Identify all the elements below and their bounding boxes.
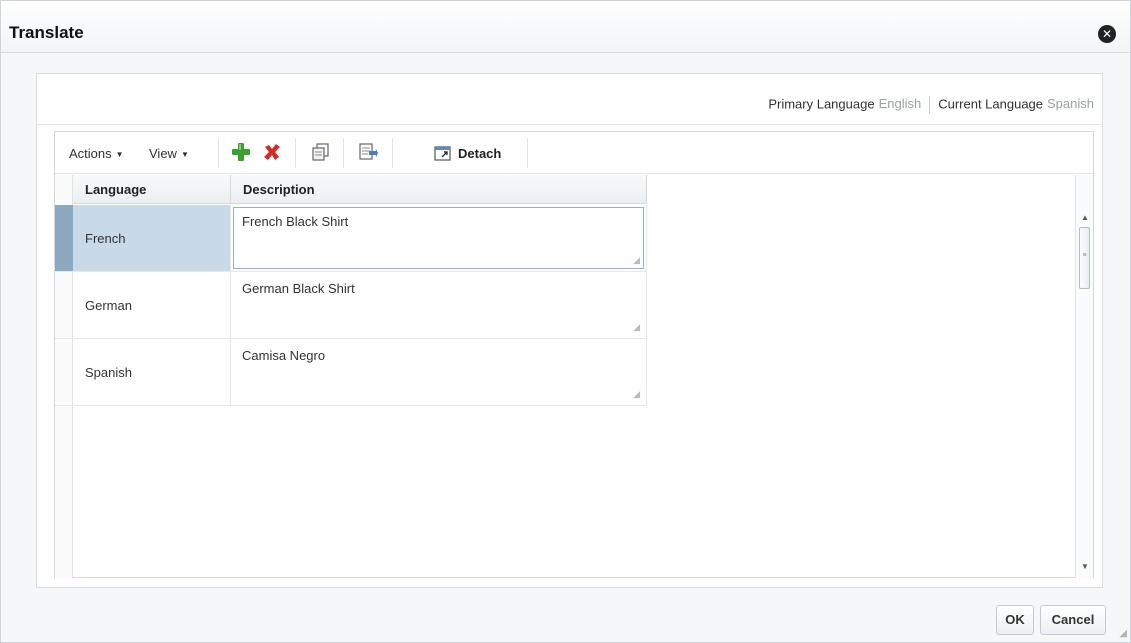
scroll-thumb[interactable]: ≡ — [1079, 227, 1090, 289]
description-cell: French Black Shirt ◢ — [231, 205, 647, 271]
current-language-label: Current Language — [938, 96, 1044, 112]
description-cell: Camisa Negro ◢ — [231, 339, 647, 405]
dialog-title: Translate — [9, 23, 84, 42]
table-toolbar: Actions ▼ View ▼ Detach — [55, 132, 1093, 174]
detach-button[interactable]: Detach — [434, 143, 501, 163]
column-header-language[interactable]: Language — [73, 175, 231, 204]
dialog-resize-grip-icon[interactable]: ◢ — [1119, 628, 1127, 639]
description-input[interactable]: Camisa Negro ◢ — [233, 341, 644, 403]
language-info: Primary Language English Current Language S… — [768, 96, 1094, 114]
primary-language-value: English — [878, 96, 922, 112]
resize-grip-icon[interactable]: ◢ — [633, 322, 640, 333]
description-text: German Black Shirt — [242, 281, 355, 296]
table-row[interactable]: French French Black Shirt ◢ — [55, 205, 647, 272]
table-row[interactable]: German German Black Shirt ◢ — [55, 272, 647, 339]
language-separator — [929, 96, 931, 114]
scroll-up-icon[interactable]: ▲ — [1076, 211, 1094, 225]
duplicate-icon[interactable] — [311, 142, 331, 162]
ok-button[interactable]: OK — [996, 605, 1034, 635]
current-language-value: Spanish — [1047, 96, 1094, 112]
divider — [37, 124, 1102, 125]
actions-menu[interactable]: Actions ▼ — [69, 146, 124, 161]
detach-label: Detach — [458, 145, 502, 161]
detach-icon — [434, 146, 451, 161]
toolbar-separator — [527, 138, 528, 168]
close-icon[interactable]: ✕ — [1098, 25, 1116, 43]
description-cell: German Black Shirt ◢ — [231, 272, 647, 338]
translations-table-panel: Actions ▼ View ▼ Detach Language Descrip… — [54, 131, 1094, 578]
actions-menu-label: Actions — [69, 146, 112, 161]
row-handle[interactable] — [55, 339, 73, 405]
row-handle[interactable] — [55, 205, 73, 271]
export-icon[interactable] — [358, 142, 378, 162]
actions-caret-icon: ▼ — [115, 150, 124, 160]
description-input[interactable]: French Black Shirt ◢ — [233, 207, 644, 269]
toolbar-separator — [392, 138, 393, 168]
translations-grid: Language Description French French Black… — [55, 175, 1093, 578]
language-cell: German — [73, 272, 231, 338]
primary-language-label: Primary Language — [768, 96, 875, 112]
toolbar-separator — [295, 138, 296, 168]
scroll-down-icon[interactable]: ▼ — [1076, 560, 1094, 574]
view-menu[interactable]: View ▼ — [149, 146, 189, 161]
translate-dialog: Translate ✕ Primary Language English Curre… — [0, 0, 1131, 643]
cancel-button[interactable]: Cancel — [1040, 605, 1106, 635]
language-cell: Spanish — [73, 339, 231, 405]
row-handle[interactable] — [55, 272, 73, 338]
description-text: Camisa Negro — [242, 348, 326, 363]
content-panel: Primary Language English Current Language S… — [36, 73, 1103, 588]
description-text: French Black Shirt — [242, 214, 349, 229]
resize-grip-icon[interactable]: ◢ — [633, 255, 640, 266]
column-header-description[interactable]: Description — [231, 175, 647, 204]
table-row[interactable]: Spanish Camisa Negro ◢ — [55, 339, 647, 406]
resize-grip-icon[interactable]: ◢ — [633, 389, 640, 400]
add-icon[interactable] — [231, 142, 251, 162]
dialog-titlebar[interactable]: Translate ✕ — [1, 1, 1130, 53]
delete-icon[interactable] — [262, 142, 282, 162]
view-caret-icon: ▼ — [180, 150, 189, 160]
view-menu-label: View — [149, 146, 177, 161]
language-cell: French — [73, 205, 231, 271]
vertical-scrollbar[interactable]: ▲ ≡ ▼ — [1075, 175, 1093, 578]
toolbar-separator — [218, 138, 219, 168]
description-input[interactable]: German Black Shirt ◢ — [233, 274, 644, 336]
toolbar-separator — [343, 138, 344, 168]
table-header-row: Language Description — [73, 175, 647, 204]
